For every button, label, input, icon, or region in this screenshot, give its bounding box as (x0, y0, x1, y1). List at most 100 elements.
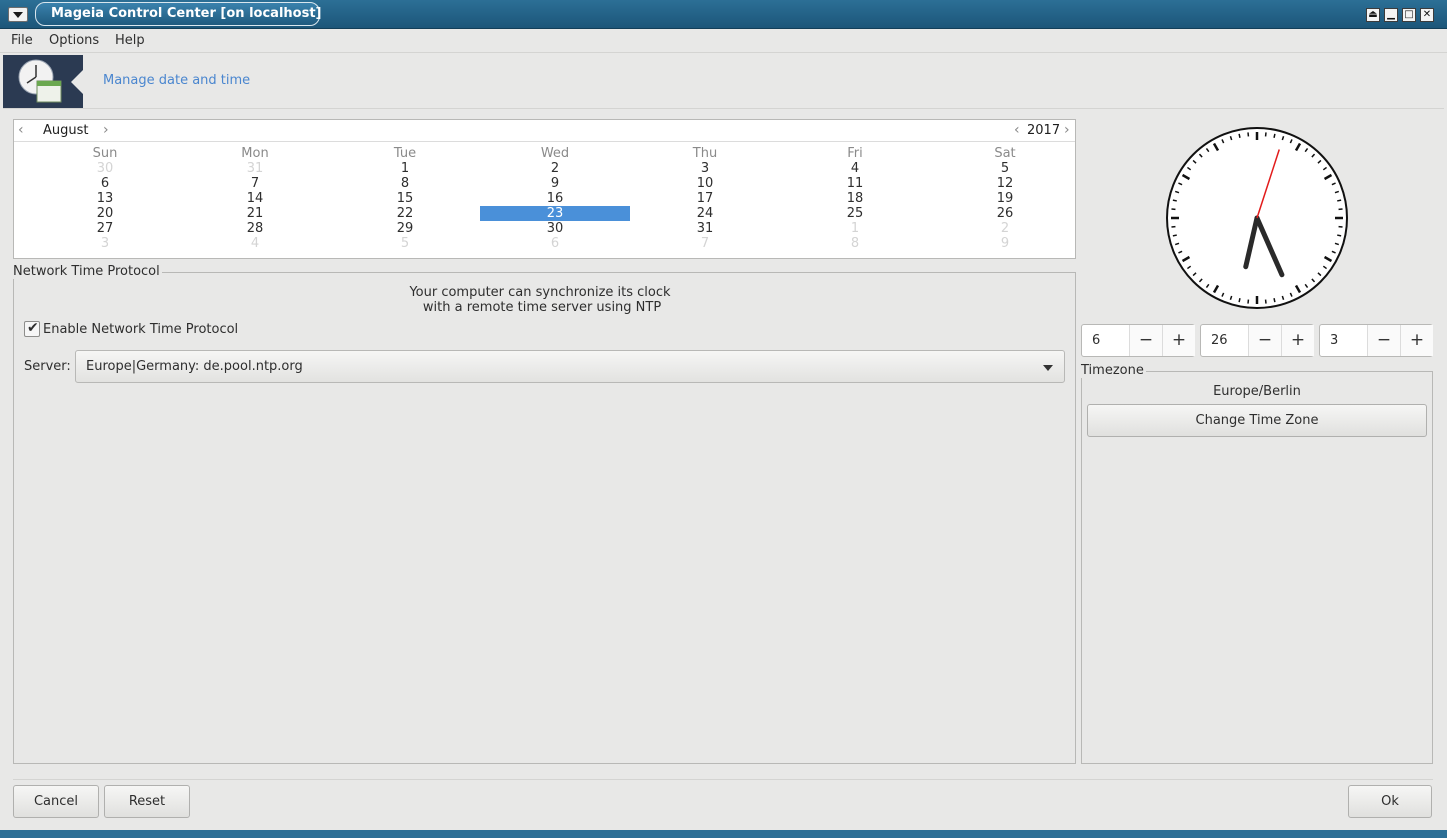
calendar-day[interactable]: 26 (930, 206, 1080, 221)
weekday-header: Fri (847, 146, 863, 161)
calendar-day[interactable]: 22 (330, 206, 480, 221)
server-select[interactable]: Europe|Germany: de.pool.ntp.org (75, 350, 1065, 383)
cancel-button[interactable]: Cancel (13, 785, 99, 818)
calendar-day[interactable]: 15 (330, 191, 480, 206)
second-spinner[interactable]: 3 − + (1319, 324, 1433, 357)
footer-divider (13, 779, 1433, 780)
ok-button[interactable]: Ok (1348, 785, 1432, 818)
calendar-day[interactable]: 9 (930, 236, 1080, 251)
menubar: File Options Help (0, 29, 1447, 53)
calendar-day[interactable]: 14 (180, 191, 330, 206)
calendar-day[interactable]: 29 (330, 221, 480, 236)
clock-tick (1337, 199, 1342, 202)
calendar-day[interactable]: 8 (330, 176, 480, 191)
reset-button[interactable]: Reset (104, 785, 190, 818)
calendar-day[interactable]: 28 (180, 221, 330, 236)
calendar[interactable]: ‹ August › ‹ 2017 › Sun Mon Tue Wed Thu Fri Sa… (13, 119, 1076, 259)
enable-ntp-label[interactable]: Enable Network Time Protocol (43, 322, 238, 337)
calendar-header: ‹ August › ‹ 2017 › (14, 120, 1075, 142)
clock-tick (1172, 234, 1177, 237)
calendar-day[interactable]: 10 (630, 176, 780, 191)
calendar-day[interactable]: 18 (780, 191, 930, 206)
clock-tick (1337, 234, 1342, 237)
calendar-day[interactable]: 11 (780, 176, 930, 191)
ntp-description: Your computer can synchronize its clock … (340, 285, 740, 315)
weekday-header: Sun (92, 146, 118, 161)
calendar-day[interactable]: 16 (480, 191, 630, 206)
menu-help[interactable]: Help (115, 33, 145, 48)
calendar-day[interactable]: 7 (630, 236, 780, 251)
calendar-day[interactable]: 2 (930, 221, 1080, 236)
minute-value[interactable]: 26 (1211, 333, 1228, 348)
calendar-day[interactable]: 6 (480, 236, 630, 251)
hour-minus-button[interactable]: − (1129, 325, 1162, 356)
weekday-header: Mon (241, 146, 269, 161)
calendar-row: Sun Mon Tue Wed Thu Fri Sat (14, 146, 1077, 161)
calendar-month: August (43, 123, 89, 138)
calendar-day[interactable]: 31 (180, 161, 330, 176)
clock-tick (1238, 133, 1241, 138)
server-value: Europe|Germany: de.pool.ntp.org (86, 359, 303, 374)
weekday-header: Wed (540, 146, 570, 161)
calendar-day[interactable]: 27 (30, 221, 180, 236)
hour-value[interactable]: 6 (1092, 333, 1100, 348)
menu-options[interactable]: Options (49, 33, 99, 48)
next-month-icon[interactable]: › (103, 122, 109, 138)
next-year-icon[interactable]: › (1064, 122, 1070, 138)
calendar-day[interactable]: 3 (30, 236, 180, 251)
calendar-day[interactable]: 7 (180, 176, 330, 191)
calendar-day[interactable]: 24 (630, 206, 780, 221)
timezone-legend: Timezone (1081, 363, 1146, 378)
calendar-row: 27 28 29 30 31 1 2 (14, 221, 1077, 236)
calendar-row: 6 7 8 9 10 11 12 (14, 176, 1077, 191)
calendar-day[interactable]: 25 (780, 206, 930, 221)
minute-minus-button[interactable]: − (1248, 325, 1281, 356)
prev-month-icon[interactable]: ‹ (18, 122, 24, 138)
calendar-day[interactable]: 9 (480, 176, 630, 191)
calendar-day[interactable]: 6 (30, 176, 180, 191)
calendar-day[interactable]: 3 (630, 161, 780, 176)
calendar-day[interactable]: 5 (930, 161, 1080, 176)
ntp-description-line1: Your computer can synchronize its clock (409, 285, 671, 300)
calendar-day[interactable]: 4 (780, 161, 930, 176)
calendar-day[interactable]: 2 (480, 161, 630, 176)
calendar-day[interactable]: 5 (330, 236, 480, 251)
window-menu-button[interactable] (8, 7, 28, 22)
calendar-day[interactable]: 8 (780, 236, 930, 251)
calendar-day[interactable]: 12 (930, 176, 1080, 191)
clock-tick (1172, 199, 1177, 202)
close-icon[interactable]: ✕ (1420, 8, 1434, 22)
header-divider (3, 108, 1444, 109)
calendar-day[interactable]: 4 (180, 236, 330, 251)
calendar-day[interactable]: 1 (780, 221, 930, 236)
maximize-icon[interactable]: □ (1402, 8, 1416, 22)
calendar-day[interactable]: 30 (30, 161, 180, 176)
calendar-row: 30 31 1 2 3 4 5 (14, 161, 1077, 176)
weekday-header: Sat (994, 146, 1016, 161)
calendar-day[interactable]: 19 (930, 191, 1080, 206)
second-plus-button[interactable]: + (1400, 325, 1433, 356)
page-title: Manage date and time (103, 73, 251, 88)
second-minus-button[interactable]: − (1367, 325, 1400, 356)
calendar-day[interactable]: 1 (330, 161, 480, 176)
menu-file[interactable]: File (11, 33, 33, 48)
minimize-icon[interactable]: ▁ (1384, 8, 1398, 22)
shade-icon[interactable]: ⏏ (1366, 8, 1380, 22)
change-timezone-button[interactable]: Change Time Zone (1087, 404, 1427, 437)
minute-plus-button[interactable]: + (1281, 325, 1314, 356)
server-label: Server: (24, 359, 71, 374)
weekday-header: Tue (393, 146, 417, 161)
prev-year-icon[interactable]: ‹ (1014, 122, 1020, 138)
enable-ntp-checkbox[interactable]: ✔ (24, 320, 40, 337)
calendar-day[interactable]: 21 (180, 206, 330, 221)
hour-spinner[interactable]: 6 − + (1081, 324, 1195, 357)
calendar-day-selected[interactable]: 23 (480, 206, 630, 221)
second-value[interactable]: 3 (1330, 333, 1338, 348)
minute-spinner[interactable]: 26 − + (1200, 324, 1314, 357)
calendar-day[interactable]: 20 (30, 206, 180, 221)
calendar-day[interactable]: 31 (630, 221, 780, 236)
hour-plus-button[interactable]: + (1162, 325, 1195, 356)
calendar-day[interactable]: 17 (630, 191, 780, 206)
calendar-day[interactable]: 13 (30, 191, 180, 206)
calendar-day[interactable]: 30 (480, 221, 630, 236)
